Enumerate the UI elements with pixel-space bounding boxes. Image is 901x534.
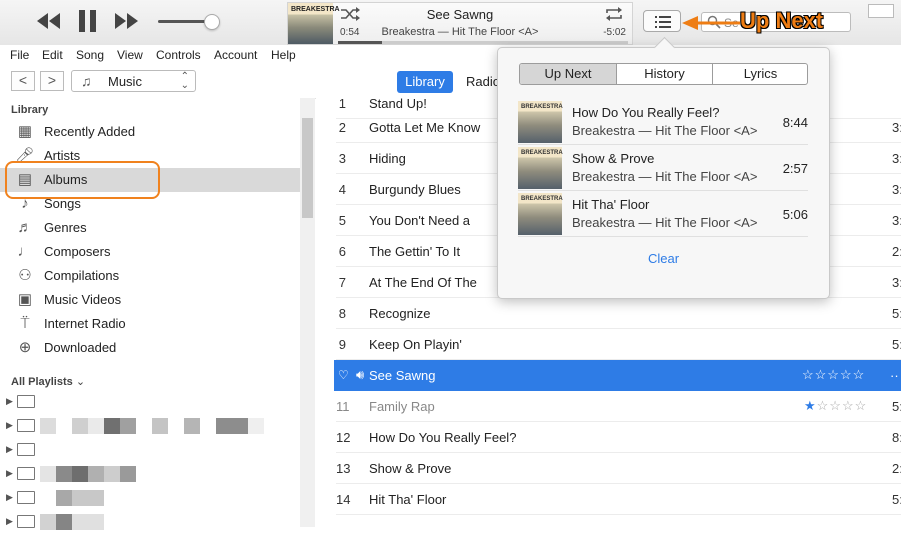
tab-library[interactable]: Library xyxy=(397,71,453,93)
disclosure-icon: ▶ xyxy=(6,396,13,406)
heart-icon[interactable]: ♡ xyxy=(338,368,349,382)
back-button[interactable]: < xyxy=(11,71,35,91)
remaining-time: -5:02 xyxy=(603,27,626,38)
folder-icon xyxy=(17,515,35,528)
note-icon: ♫ xyxy=(81,73,92,89)
menu-song[interactable]: Song xyxy=(76,48,104,62)
disclosure-icon: ▶ xyxy=(6,468,13,478)
library-heading: Library xyxy=(11,104,49,116)
player-bar: BREAKESTRA See Sawng Breakestra — Hit Th… xyxy=(0,0,901,46)
antenna-icon: ⍡ xyxy=(20,315,30,332)
speaker-icon: 🔊︎ xyxy=(356,367,365,382)
rating-stars[interactable]: ★☆☆☆☆ xyxy=(804,398,867,414)
disclosure-icon: ▶ xyxy=(6,492,13,502)
playlists-heading[interactable]: All Playlists ⌄ xyxy=(11,375,85,388)
menu-file[interactable]: File xyxy=(10,48,29,62)
repeat-icon[interactable] xyxy=(604,6,624,22)
sidebar-item-downloaded[interactable]: ⊕ Downloaded xyxy=(0,336,300,360)
disclosure-icon: ▶ xyxy=(6,516,13,526)
folder-icon xyxy=(17,419,35,432)
playlist-folder[interactable]: ▶ xyxy=(0,462,300,486)
now-playing-display: BREAKESTRA See Sawng Breakestra — Hit Th… xyxy=(287,2,633,45)
playlist-folder[interactable]: ▶ xyxy=(0,486,300,510)
chevron-updown-icon: ⌃ ⌄ xyxy=(180,71,189,91)
volume-knob[interactable] xyxy=(204,14,220,30)
playlist-folder[interactable]: ▶ xyxy=(0,438,300,462)
media-kind-select[interactable]: ♫ Music ⌃ ⌄ xyxy=(71,70,196,92)
list-item[interactable]: BREAKESTRA Hit Tha' Floor Breakestra — H… xyxy=(518,191,808,237)
rewind-icon[interactable] xyxy=(37,13,61,29)
composers-icon: ♩ xyxy=(17,243,33,260)
table-row-now-playing[interactable]: ♡ 🔊︎ See Sawng ☆☆☆☆☆ ·· xyxy=(334,360,901,391)
folder-icon xyxy=(17,443,35,456)
menu-controls[interactable]: Controls xyxy=(156,48,201,62)
scrollbar-thumb[interactable] xyxy=(302,118,313,218)
download-icon: ⊕ xyxy=(18,339,32,356)
up-next-segmented-control: Up Next History Lyrics xyxy=(519,63,808,85)
disclosure-icon: ▶ xyxy=(6,420,13,430)
tab-up-next[interactable]: Up Next xyxy=(520,64,616,84)
chevron-down-icon: ⌄ xyxy=(75,376,86,388)
list-item[interactable]: BREAKESTRA How Do You Really Feel? Break… xyxy=(518,99,808,145)
tab-history[interactable]: History xyxy=(617,64,712,84)
folder-icon xyxy=(17,395,35,408)
elapsed-time: 0:54 xyxy=(340,27,360,38)
list-item[interactable]: BREAKESTRA Show & Prove Breakestra — Hit… xyxy=(518,145,808,191)
table-row[interactable]: 14Hit Tha' Floor5: xyxy=(336,484,901,515)
playlist-folder[interactable]: ▶ xyxy=(0,414,300,438)
clear-button[interactable]: Clear xyxy=(498,251,829,266)
compilations-icon: ⚇ xyxy=(18,267,32,284)
folder-icon xyxy=(17,491,35,504)
recently-added-icon: ▦ xyxy=(17,123,33,140)
table-row[interactable]: 8Recognize5: xyxy=(336,298,901,329)
album-art: BREAKESTRA xyxy=(518,193,563,235)
disclosure-icon: ▶ xyxy=(6,444,13,454)
table-row[interactable]: 9Keep On Playin'5: xyxy=(336,329,901,360)
fast-forward-icon[interactable] xyxy=(115,13,139,29)
folder-icon xyxy=(17,467,35,480)
sidebar-item-recently-added[interactable]: ▦ Recently Added xyxy=(0,120,300,144)
annotation-arrow-icon xyxy=(682,16,740,30)
highlight-ring xyxy=(5,161,160,199)
rating-stars[interactable]: ☆☆☆☆☆ xyxy=(802,367,865,383)
video-icon: ▣ xyxy=(17,291,33,308)
window-button[interactable] xyxy=(868,4,894,18)
album-art: BREAKESTRA xyxy=(518,101,563,143)
sidebar-item-music-videos[interactable]: ▣ Music Videos xyxy=(0,288,300,312)
genres-icon: ♬ xyxy=(17,219,33,236)
forward-button[interactable]: > xyxy=(40,71,64,91)
playlist-folder[interactable]: ▶ xyxy=(0,390,300,414)
menu-edit[interactable]: Edit xyxy=(42,48,63,62)
menu-account[interactable]: Account xyxy=(214,48,257,62)
menu-view[interactable]: View xyxy=(117,48,143,62)
list-icon xyxy=(655,16,671,28)
menu-help[interactable]: Help xyxy=(271,48,296,62)
progress-bar[interactable] xyxy=(338,41,628,44)
pause-icon[interactable] xyxy=(78,10,98,32)
sidebar-item-composers[interactable]: ♩ Composers xyxy=(0,240,300,264)
table-row[interactable]: 11Family Rap ★☆☆☆☆ 5: xyxy=(336,391,901,422)
tab-lyrics[interactable]: Lyrics xyxy=(713,64,807,84)
sidebar-item-compilations[interactable]: ⚇ Compilations xyxy=(0,264,300,288)
sidebar-item-genres[interactable]: ♬ Genres xyxy=(0,216,300,240)
table-row[interactable]: 12How Do You Really Feel?8: xyxy=(336,422,901,453)
tab-radio[interactable]: Radio xyxy=(466,74,500,89)
now-playing-title: See Sawng xyxy=(426,7,494,22)
annotation-label: Up Next xyxy=(740,8,824,33)
sidebar-item-internet-radio[interactable]: ⍡ Internet Radio xyxy=(0,312,300,336)
sidebar-scrollbar[interactable] xyxy=(300,98,315,527)
playlist-folder[interactable]: ▶ xyxy=(0,510,300,534)
album-art: BREAKESTRA xyxy=(518,147,563,189)
up-next-button[interactable] xyxy=(643,10,681,32)
up-next-popover: Up Next History Lyrics BREAKESTRA How Do… xyxy=(497,36,830,299)
table-row[interactable]: 13Show & Prove2: xyxy=(336,453,901,484)
